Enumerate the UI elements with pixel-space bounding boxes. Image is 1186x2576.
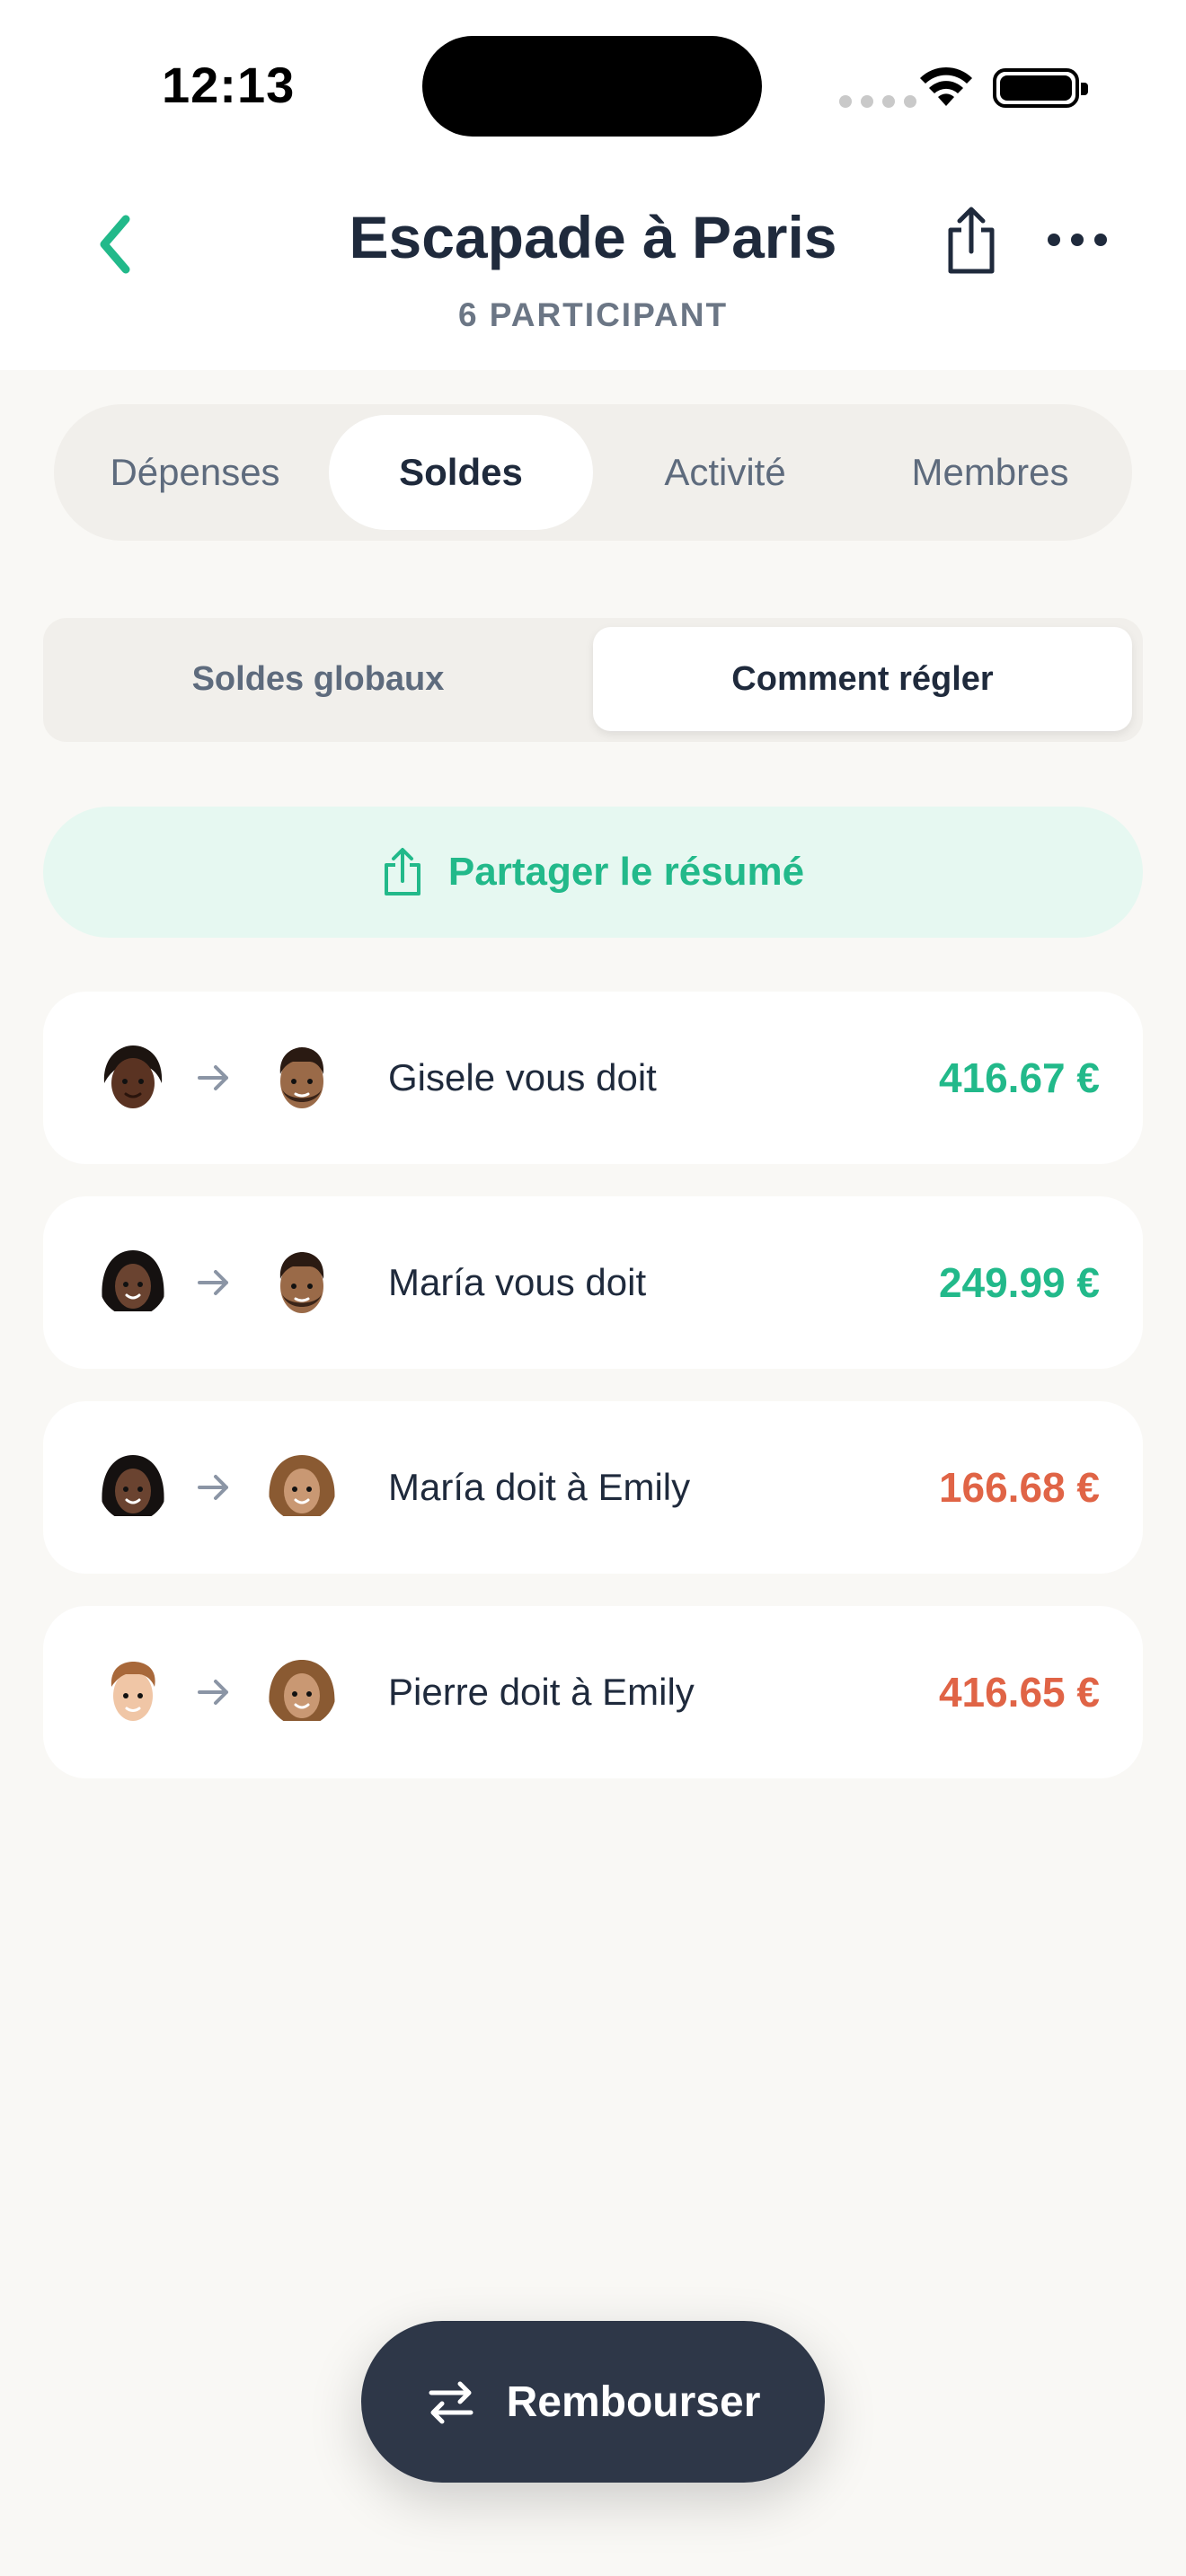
settlement-row[interactable]: María vous doit 249.99 € [43,1196,1143,1369]
share-icon [384,848,420,895]
share-summary-button[interactable]: Partager le résumé [43,807,1143,938]
settlement-row[interactable]: Pierre doit à Emily 416.65 € [43,1606,1143,1778]
avatar-you [279,1047,324,1108]
settlement-list: Gisele vous doit 416.67 € María vous doi… [43,992,1143,1811]
settlement-row[interactable]: María doit à Emily 166.68 € [43,1401,1143,1574]
share-summary-label: Partager le résumé [447,850,805,894]
wifi-icon [920,66,972,106]
participant-count: 6 PARTICIPANT [457,296,729,333]
arrow-right-icon [198,1065,228,1090]
tab-depenses[interactable]: Dépenses [65,415,325,530]
main-tabs: Dépenses Soldes Activité Membres [54,404,1132,541]
settlement-amount: 416.67 € [938,1054,1100,1101]
arrow-right-icon [198,1475,228,1500]
more-options-icon[interactable] [1048,234,1107,246]
settlement-amount: 166.68 € [938,1464,1100,1511]
arrow-right-icon [198,1680,228,1705]
segment-global-balances[interactable]: Soldes globaux [52,627,584,731]
settlement-amount: 249.99 € [938,1259,1100,1306]
avatar-maria [102,1455,164,1517]
settlement-description: María vous doit [388,1261,647,1303]
swap-arrows-icon [429,2381,474,2424]
share-icon[interactable] [940,205,1003,277]
page-title: Escapade à Paris [349,204,837,270]
avatar-maria [102,1250,164,1312]
tab-membres[interactable]: Membres [859,415,1121,530]
settlement-description: Gisele vous doit [388,1056,657,1098]
settlement-description: Pierre doit à Emily [388,1671,695,1713]
tab-activite[interactable]: Activité [595,415,855,530]
settlement-amount: 416.65 € [938,1669,1100,1716]
cellular-signal-icon [839,95,916,108]
avatar-emily [269,1455,335,1517]
balance-view-toggle: Soldes globaux Comment régler [43,618,1143,742]
segment-how-to-settle[interactable]: Comment régler [593,627,1132,731]
avatar-you [279,1252,324,1313]
reimburse-button[interactable]: Rembourser [361,2321,825,2483]
status-time: 12:13 [162,57,296,113]
settlement-description: María doit à Emily [388,1466,691,1508]
status-icons [836,59,1088,113]
arrow-right-icon [198,1270,228,1295]
reimburse-label: Rembourser [506,2378,761,2426]
avatar-emily [269,1660,335,1722]
avatar-gisele [103,1045,163,1108]
battery-icon [993,68,1088,108]
settlement-row[interactable]: Gisele vous doit 416.67 € [43,992,1143,1164]
avatar-pierre [111,1662,155,1721]
dynamic-island [422,36,762,137]
tab-soldes[interactable]: Soldes [329,415,593,530]
